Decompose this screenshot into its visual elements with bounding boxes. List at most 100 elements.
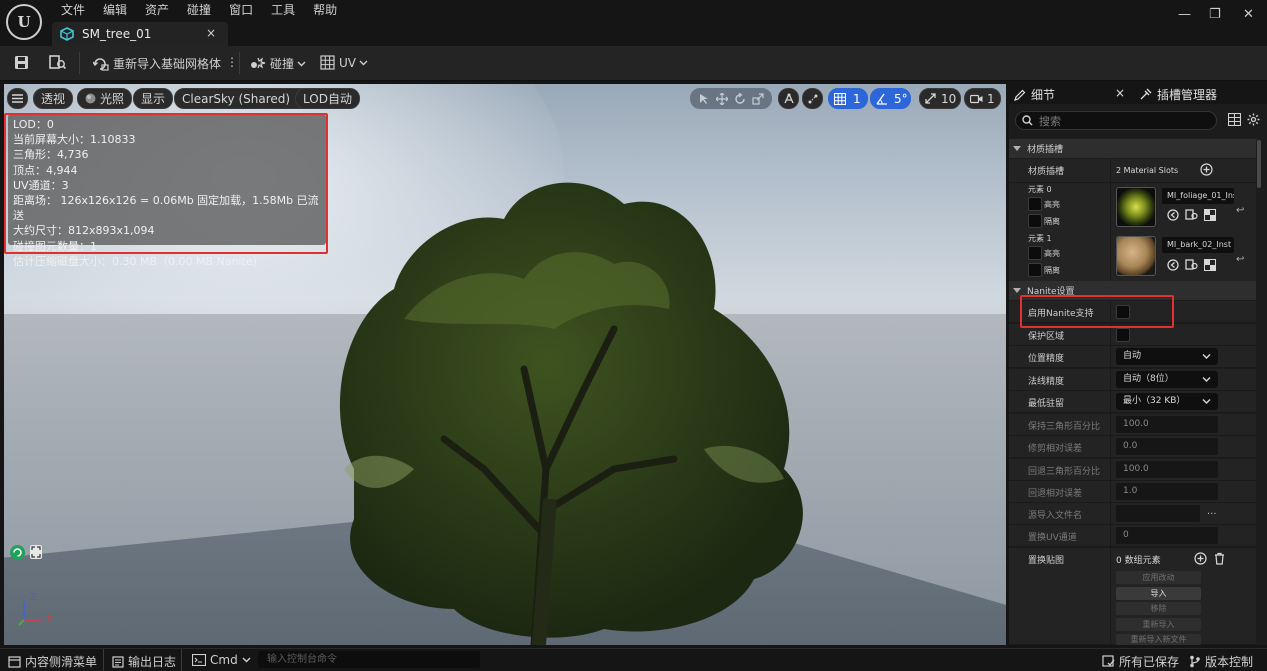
position-precision-dropdown[interactable]: 自动 <box>1116 348 1218 365</box>
details-search-input[interactable]: 搜索 <box>1015 111 1217 130</box>
details-scrollbar[interactable] <box>1256 140 1262 645</box>
add-slot-icon[interactable] <box>1200 163 1213 176</box>
menu-edit[interactable]: 编辑 <box>94 2 136 18</box>
content-drawer-button[interactable]: 内容侧滑菜单 <box>8 653 97 670</box>
isolate-checkbox[interactable] <box>1028 214 1042 228</box>
reset-arrow-icon[interactable]: ↩ <box>1236 205 1244 216</box>
cmd-dropdown[interactable]: Cmd <box>192 653 251 667</box>
section-title: 材质插槽 <box>1027 145 1064 155</box>
camera-speed-button[interactable]: 1 <box>964 88 1001 109</box>
element-label: 元素 1 <box>1028 234 1052 243</box>
lod-button[interactable]: LOD自动 <box>295 88 360 109</box>
menu-window[interactable]: 窗口 <box>220 2 262 18</box>
menu-tools[interactable]: 工具 <box>262 2 304 18</box>
table-view-icon[interactable] <box>1228 113 1241 126</box>
menu-collision[interactable]: 碰撞 <box>178 2 220 18</box>
minimize-button[interactable]: — <box>1178 7 1191 22</box>
uv-menu-button[interactable]: UV <box>320 55 372 70</box>
highlight-checkbox[interactable] <box>1028 246 1042 260</box>
material-name-field[interactable]: MI_foliage_01_Inst <box>1162 188 1234 204</box>
status-dot-icon[interactable] <box>10 545 25 560</box>
browse-icon[interactable] <box>1185 209 1199 221</box>
expand-icon[interactable] <box>30 545 42 559</box>
close-window-button[interactable]: ✕ <box>1243 7 1254 22</box>
viewport-menu-button[interactable] <box>7 88 28 109</box>
menu-help[interactable]: 帮助 <box>304 2 346 18</box>
surface-snap-button[interactable] <box>802 88 823 109</box>
use-selected-icon[interactable] <box>1167 259 1179 271</box>
keep-triangle-percent-row: 保持三角形百分比 100.0 <box>1009 414 1257 436</box>
save-button[interactable] <box>14 55 33 70</box>
unreal-logo[interactable]: U <box>6 4 42 40</box>
tab-close-icon[interactable]: × <box>206 26 216 40</box>
min-residency-dropdown[interactable]: 最小（32 KB） <box>1116 393 1218 410</box>
rotation-snap-button[interactable]: 5° <box>870 88 911 109</box>
restore-button[interactable]: ❐ <box>1209 7 1221 22</box>
asset-tab[interactable]: SM_tree_01 × <box>52 22 228 46</box>
reimport-new-file-button[interactable]: 重新导入新文件 <box>1116 634 1201 645</box>
highlight-checkbox[interactable] <box>1028 197 1042 211</box>
collision-icon <box>249 56 270 71</box>
grid-snap-button[interactable]: 1 <box>828 88 868 109</box>
source-import-filename-field[interactable] <box>1116 505 1200 522</box>
reimport-button[interactable]: 重新导入 <box>1116 618 1201 631</box>
keep-triangle-percent-field[interactable]: 100.0 <box>1116 416 1218 433</box>
all-saved-button[interactable]: 所有已保存 <box>1102 653 1179 670</box>
scrollbar-thumb[interactable] <box>1257 140 1261 188</box>
select-mode-icon[interactable] <box>698 93 710 105</box>
output-log-button[interactable]: 输出日志 <box>112 653 176 670</box>
displacement-maps-count: 0 数组元素 <box>1116 556 1161 566</box>
reimport-options-button[interactable]: ⋮ <box>226 55 238 69</box>
tab-socket-manager[interactable]: 插槽管理器 <box>1139 86 1217 103</box>
use-selected-icon[interactable] <box>1167 209 1179 221</box>
checker-icon[interactable] <box>1204 209 1216 221</box>
fallback-triangle-percent-field[interactable]: 100.0 <box>1116 461 1218 478</box>
material-name-field[interactable]: MI_bark_02_Inst <box>1162 237 1234 253</box>
isolate-checkbox[interactable] <box>1028 263 1042 277</box>
local-space-button[interactable] <box>778 88 799 109</box>
show-button[interactable]: 显示 <box>133 88 174 109</box>
trim-relative-error-field[interactable]: 0.0 <box>1116 438 1218 455</box>
reset-arrow-icon[interactable]: ↩ <box>1236 254 1244 265</box>
grid-snap-icon <box>834 92 846 105</box>
material-thumbnail[interactable] <box>1116 187 1156 227</box>
lighting-button[interactable]: 光照 <box>77 88 133 109</box>
details-tab-label: 细节 <box>1031 88 1056 102</box>
preserve-area-checkbox[interactable] <box>1116 328 1130 342</box>
perspective-button[interactable]: 透视 <box>33 88 74 109</box>
remove-button[interactable]: 移除 <box>1116 602 1201 615</box>
apply-changes-button[interactable]: 应用改动 <box>1116 571 1201 584</box>
checker-icon[interactable] <box>1204 259 1216 271</box>
details-tab-close-icon[interactable]: × <box>1115 86 1125 100</box>
reimport-icon <box>93 57 113 71</box>
add-element-icon[interactable] <box>1194 552 1207 565</box>
normal-precision-dropdown[interactable]: 自动（8位） <box>1116 371 1218 388</box>
source-import-filename-label: 源导入文件名 <box>1028 511 1083 521</box>
translate-icon[interactable] <box>716 92 728 105</box>
source-control-button[interactable]: 版本控制 <box>1189 653 1253 670</box>
reimport-button[interactable]: 重新导入基础网格体 <box>93 55 221 72</box>
tab-details[interactable]: 细节 <box>1014 86 1055 103</box>
replace-uv-channel-field[interactable]: 0 <box>1116 527 1218 544</box>
material-thumbnail[interactable] <box>1116 236 1156 276</box>
sky-preset-dropdown[interactable]: ClearSky (Shared) <box>174 88 313 109</box>
rotate-icon[interactable] <box>734 92 746 105</box>
material-slots-section-header[interactable]: 材质插槽 <box>1009 139 1257 158</box>
settings-gear-icon[interactable] <box>1247 113 1260 126</box>
collision-menu-button[interactable]: 碰撞 <box>249 55 310 72</box>
browse-file-button[interactable]: ... <box>1207 506 1217 517</box>
menu-asset[interactable]: 资产 <box>136 2 178 18</box>
grid-snap-value: 1 <box>853 91 861 106</box>
hamburger-icon <box>12 94 23 103</box>
delete-trash-icon[interactable] <box>1214 552 1225 565</box>
rotation-snap-value: 5° <box>894 91 908 106</box>
scale-icon[interactable] <box>752 92 764 105</box>
normal-precision-row: 法线精度 自动（8位） <box>1009 369 1257 391</box>
browse-icon[interactable] <box>1185 259 1199 271</box>
import-button[interactable]: 导入 <box>1116 587 1201 600</box>
scale-snap-button[interactable]: 10 <box>919 88 961 109</box>
menu-file[interactable]: 文件 <box>52 2 94 18</box>
browse-asset-button[interactable] <box>49 55 71 70</box>
console-command-input[interactable]: 输入控制台命令 <box>258 651 480 668</box>
fallback-relative-error-field[interactable]: 1.0 <box>1116 483 1218 500</box>
